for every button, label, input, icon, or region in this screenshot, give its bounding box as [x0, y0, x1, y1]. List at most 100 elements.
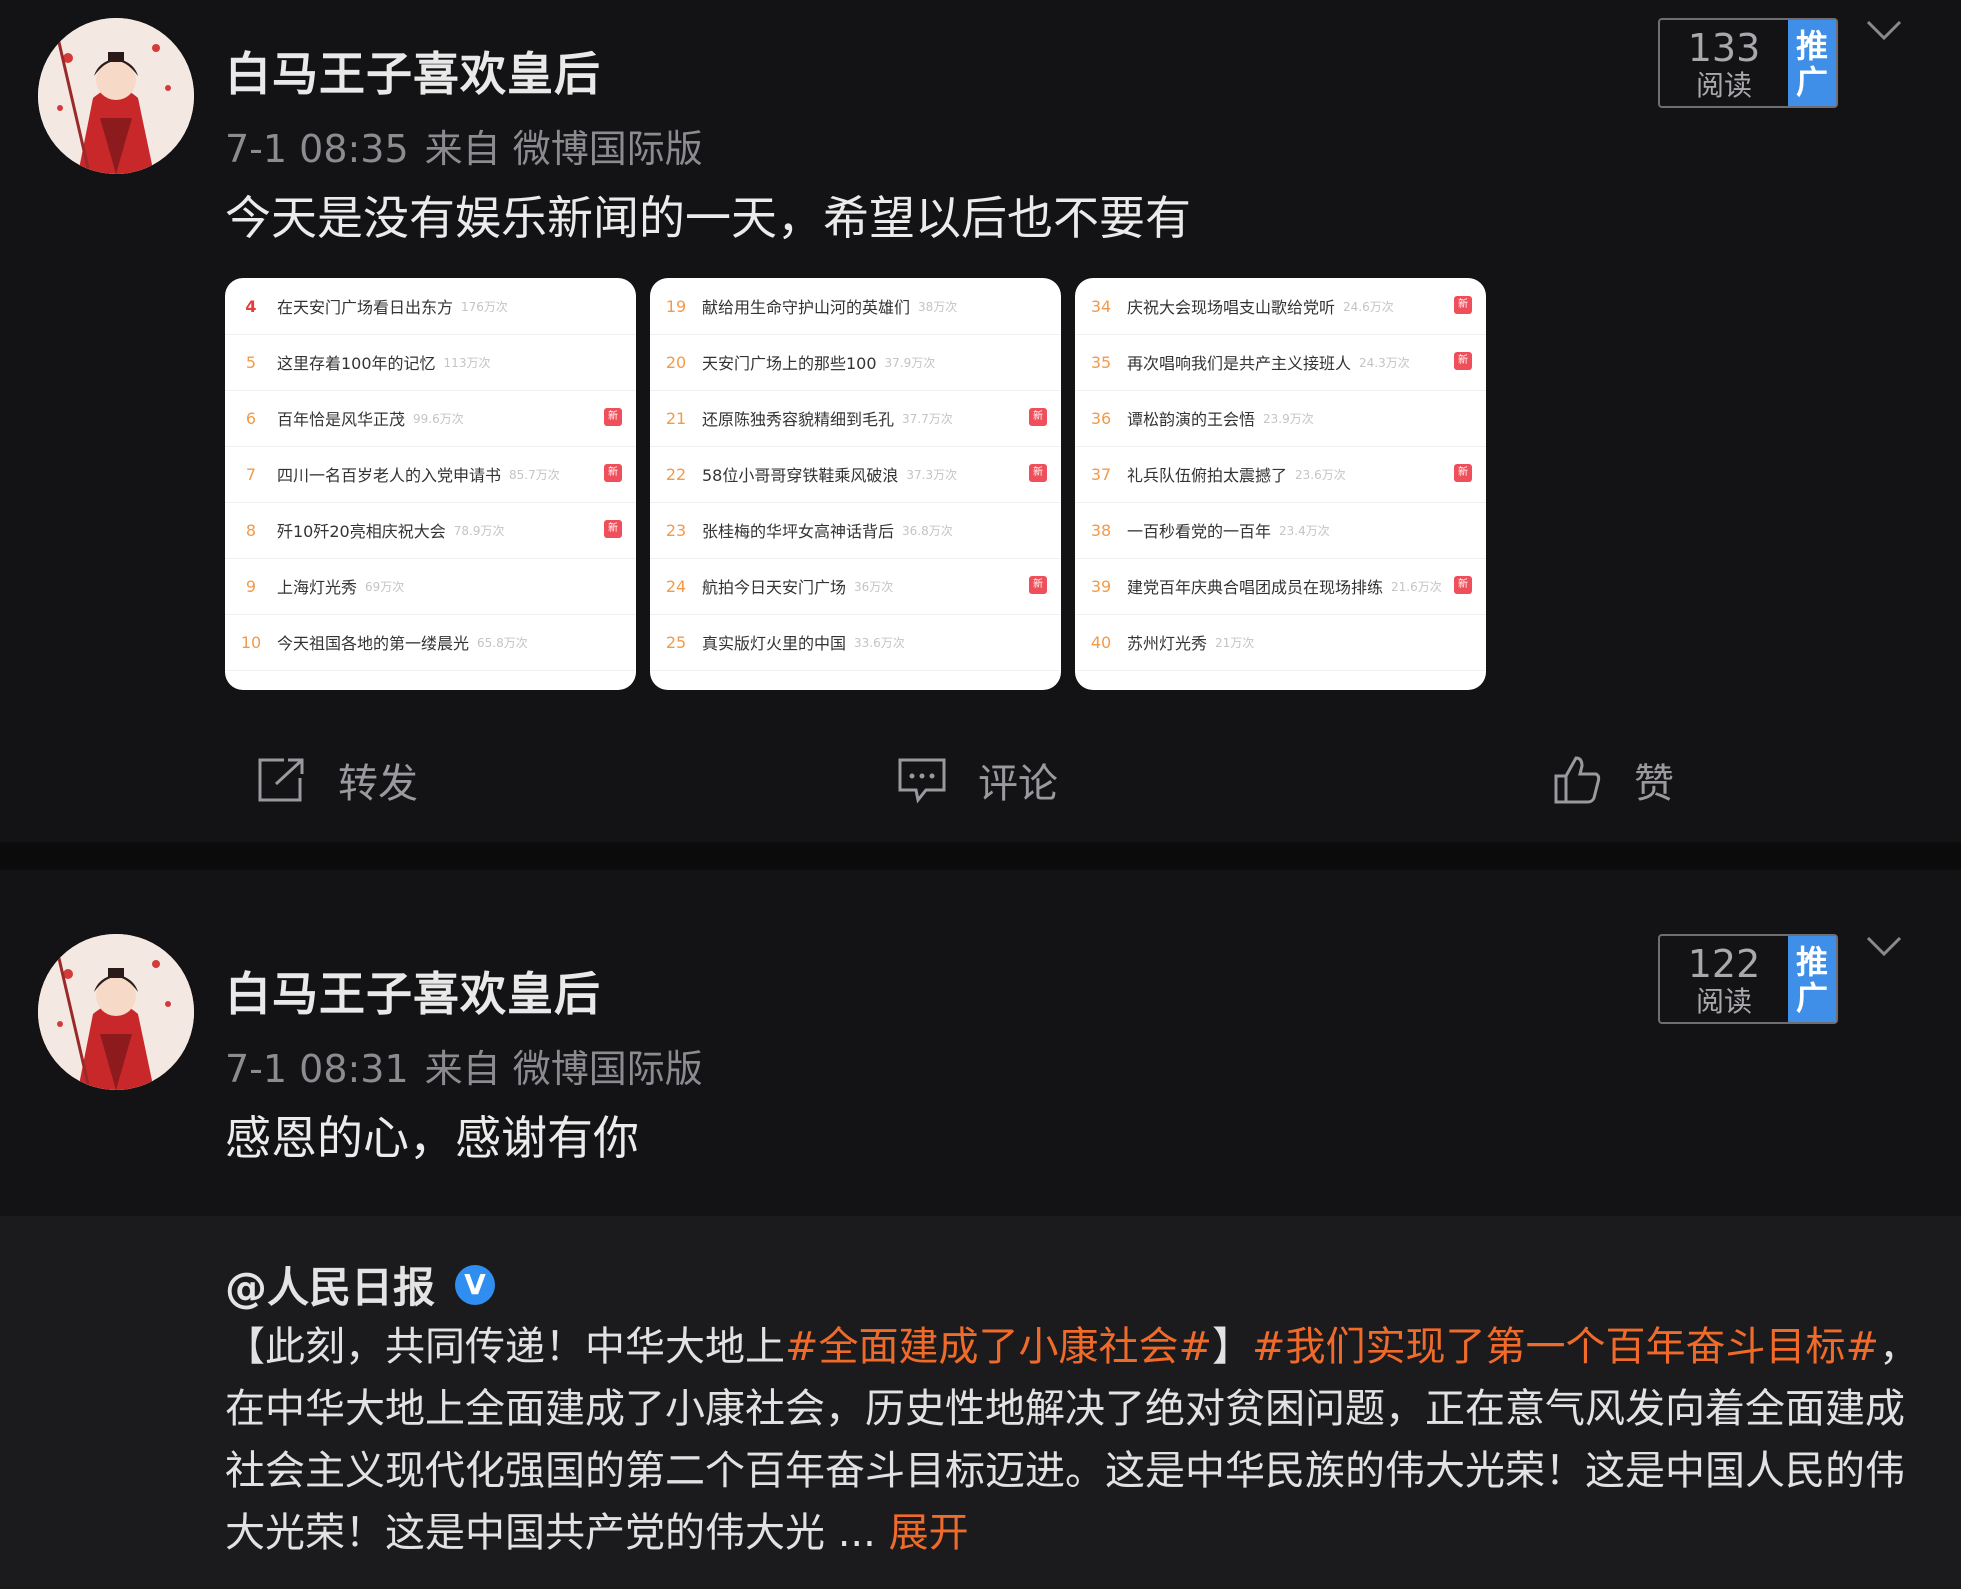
- topic-heat: 21.6万次: [1391, 579, 1442, 594]
- hashtag-link[interactable]: #我们实现了第一个百年奋斗目标#: [1252, 1324, 1879, 1370]
- username[interactable]: 白马王子喜欢皇后: [225, 38, 601, 104]
- rank: 23: [665, 520, 687, 540]
- topic-heat: 69万次: [365, 579, 405, 594]
- read-count-label: 阅读: [1695, 985, 1752, 1018]
- new-badge: 新: [1029, 464, 1047, 482]
- rank: 22: [665, 464, 687, 484]
- rank: 35: [1090, 352, 1112, 372]
- hashtag-link[interactable]: #全面建成了小康社会#: [785, 1324, 1212, 1370]
- topic-heat: 65.8万次: [477, 635, 528, 650]
- post-meta: 7-1 08:35 来自 微博国际版: [225, 118, 703, 173]
- topic-title: 真实版灯火里的中国: [702, 634, 847, 653]
- topic-title: 再次唱响我们是共产主义接班人: [1127, 354, 1352, 373]
- image-card[interactable]: 34 庆祝大会现场唱支山歌给党听 24.6万次新 35 再次唱响我们是共产主义接班人 2…: [1075, 278, 1486, 690]
- topic-title: 建党百年庆典合唱团成员在现场排练: [1127, 578, 1384, 597]
- topic-heat: 33.6万次: [854, 635, 905, 650]
- new-badge: 新: [1454, 576, 1472, 594]
- topic-heat: 24.3万次: [1359, 355, 1410, 370]
- image-gallery: 4 在天安门广场看日出东方 176万次 5 这里存着100年的记忆 113万次 6 百年恰…: [225, 278, 1487, 690]
- weibo-post: 白马王子喜欢皇后 7-1 08:35 来自 微博国际版 今天是没有娱乐新闻的一天，…: [0, 0, 1961, 842]
- repost-button[interactable]: 转发: [256, 752, 418, 808]
- topic-heat: 78.9万次: [453, 523, 505, 538]
- like-button[interactable]: 赞: [1552, 752, 1674, 808]
- list-item: 40 苏州灯光秀 21万次: [1075, 614, 1486, 671]
- topic-heat: 85.7万次: [509, 467, 560, 482]
- weibo-post: 白马王子喜欢皇后 7-1 08:31 来自 微博国际版 感恩的心，感谢有你 122…: [0, 870, 1961, 1589]
- topic-heat: 37.3万次: [906, 467, 958, 482]
- rank: 37: [1090, 464, 1112, 484]
- rank: 39: [1090, 576, 1112, 596]
- topic-heat: 21万次: [1215, 635, 1255, 650]
- image-card[interactable]: 4 在天安门广场看日出东方 176万次 5 这里存着100年的记忆 113万次 6 百年恰…: [225, 278, 636, 690]
- read-count-number: 133: [1687, 26, 1761, 70]
- verified-icon: V: [455, 1264, 496, 1305]
- rank: 25: [665, 632, 687, 652]
- new-badge: 新: [1454, 464, 1472, 482]
- rank: 4: [245, 296, 257, 316]
- expand-link[interactable]: 展开: [889, 1510, 969, 1556]
- rank: 9: [245, 576, 257, 596]
- read-count-label: 阅读: [1695, 69, 1752, 102]
- comment-icon: [898, 758, 946, 804]
- topic-title: 在天安门广场看日出东方: [277, 298, 454, 317]
- list-item: 38 一百秒看党的一百年 23.4万次: [1075, 502, 1486, 559]
- rank: 10: [240, 632, 262, 652]
- new-badge: 新: [604, 408, 622, 426]
- repost-text: 【此刻，共同传递！中华大地上#全面建成了小康社会#】#我们实现了第一个百年奋斗目…: [225, 1316, 1925, 1564]
- read-count-box[interactable]: 122 阅读 推广: [1658, 934, 1838, 1024]
- list-item: 35 再次唱响我们是共产主义接班人 24.3万次 新: [1075, 334, 1486, 391]
- topic-title: 一百秒看党的一百年: [1127, 522, 1272, 541]
- avatar[interactable]: [38, 18, 194, 174]
- promote-button[interactable]: 推广: [1788, 20, 1836, 106]
- read-count-box[interactable]: 133 阅读 推广: [1658, 18, 1838, 108]
- rank: 8: [245, 520, 257, 540]
- new-badge: 新: [604, 464, 622, 482]
- read-count: 133 阅读: [1660, 20, 1788, 106]
- comment-button[interactable]: 评论: [896, 752, 1058, 808]
- list-item: 10 今天祖国各地的第一缕晨光 65.8万次: [225, 614, 636, 671]
- topic-heat: 99.6万次: [413, 411, 464, 426]
- read-count: 122 阅读: [1660, 936, 1788, 1022]
- topic-heat: 37.9万次: [884, 355, 936, 370]
- repost-text-part: 【此刻，共同传递！中华大地上: [225, 1324, 785, 1370]
- repost-author[interactable]: @人民日报 V: [225, 1254, 496, 1315]
- promote-button[interactable]: 推广: [1788, 936, 1836, 1022]
- ellipsis: ...: [837, 1510, 876, 1556]
- topic-heat: 38万次: [918, 299, 958, 314]
- reposted-content[interactable]: @人民日报 V 【此刻，共同传递！中华大地上#全面建成了小康社会#】#我们实现了…: [0, 1216, 1961, 1589]
- list-item: 19 献给用生命守护山河的英雄们 38万次: [650, 278, 1061, 335]
- topic-title: 天安门广场上的那些100: [702, 354, 877, 373]
- rank: 40: [1090, 632, 1112, 652]
- rank: 20: [665, 352, 687, 372]
- action-bar: 转发 评论 赞: [0, 740, 1961, 820]
- list-item: 25 真实版灯火里的中国 33.6万次: [650, 614, 1061, 671]
- chevron-down-icon[interactable]: [1866, 934, 1902, 958]
- image-card[interactable]: 19 献给用生命守护山河的英雄们 38万次 20 天安门广场上的那些100 37.9万次…: [650, 278, 1061, 690]
- rank: 19: [665, 296, 687, 316]
- post-source[interactable]: 来自 微博国际版: [425, 1047, 703, 1091]
- list-item: 9 上海灯光秀 69万次: [225, 558, 636, 615]
- share-icon: [258, 758, 304, 802]
- avatar[interactable]: [38, 934, 194, 1090]
- rank: 7: [245, 464, 257, 484]
- chevron-down-icon[interactable]: [1866, 18, 1902, 42]
- list-item: 23 张桂梅的华坪女高神话背后 36.8万次: [650, 502, 1061, 559]
- rank: 36: [1090, 408, 1112, 428]
- post-divider: [0, 842, 1961, 870]
- topic-heat: 24.6万次: [1343, 299, 1394, 314]
- post-source[interactable]: 来自 微博国际版: [425, 127, 703, 171]
- list-item: 20 天安门广场上的那些100 37.9万次: [650, 334, 1061, 391]
- topic-title: 四川一名百岁老人的入党申请书: [277, 466, 502, 485]
- username[interactable]: 白马王子喜欢皇后: [225, 958, 601, 1024]
- topic-heat: 36.8万次: [902, 523, 953, 538]
- post-text: 感恩的心，感谢有你: [225, 1111, 639, 1165]
- post-text: 今天是没有娱乐新闻的一天，希望以后也不要有: [225, 191, 1191, 245]
- avatar-image: [38, 934, 194, 1090]
- rank: 38: [1090, 520, 1112, 540]
- topic-title: 谭松韵演的王会悟: [1127, 410, 1256, 429]
- list-item: 39 建党百年庆典合唱团成员在现场排练 21.6万次新: [1075, 558, 1486, 615]
- new-badge: 新: [1029, 408, 1047, 426]
- repost-author-name[interactable]: @人民日报: [225, 1254, 435, 1315]
- rank: 21: [665, 408, 687, 428]
- topic-title: 航拍今日天安门广场: [702, 578, 847, 597]
